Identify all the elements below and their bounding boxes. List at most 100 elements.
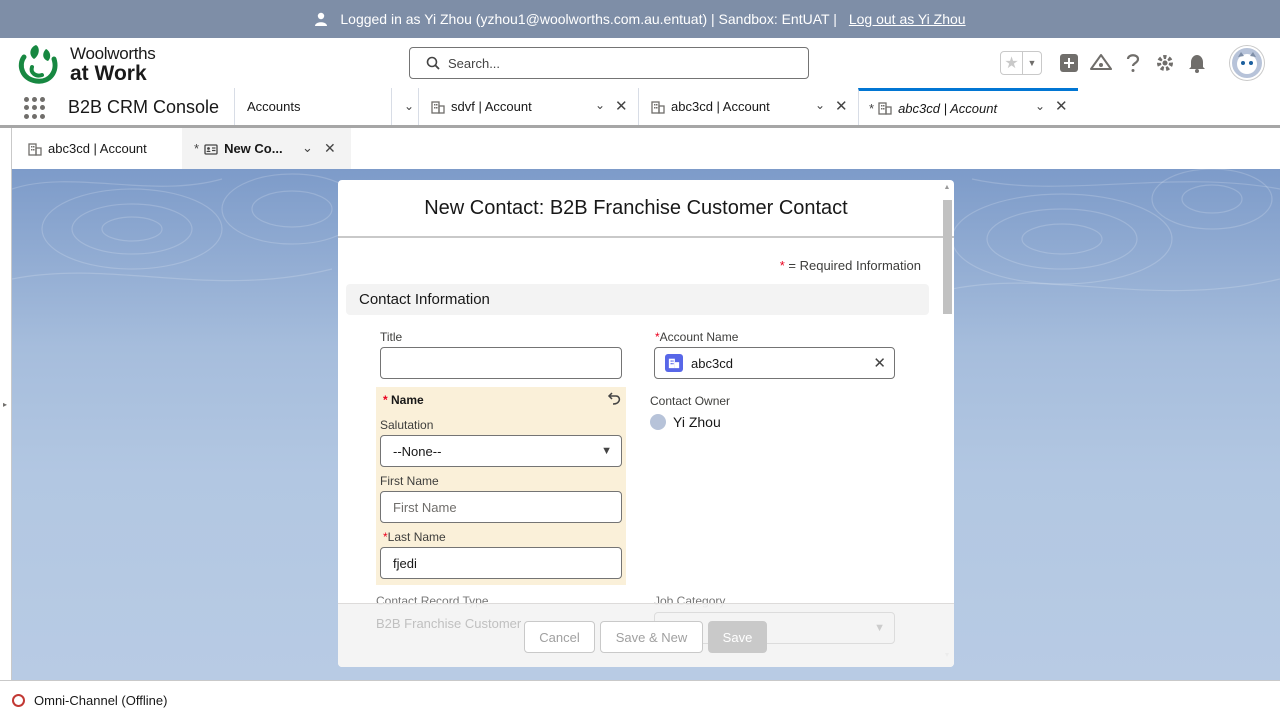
subtab-new-contact[interactable]: * New Co... ⌄ ✕ — [182, 128, 351, 169]
chevron-down-icon[interactable]: ⌄ — [815, 98, 825, 112]
last-name-label-text: Last Name — [387, 530, 446, 544]
nav-tab-accounts[interactable]: Accounts ⌄ — [234, 88, 418, 125]
clear-selection-icon[interactable]: ✕ — [873, 354, 886, 372]
chevron-down-icon[interactable]: ⌄ — [595, 98, 605, 112]
save-button[interactable]: Save — [708, 621, 767, 653]
workspace-subtabs: abc3cd | Account * New Co... ⌄ ✕ — [0, 128, 1280, 680]
scrollbar-thumb[interactable] — [943, 200, 952, 314]
trailhead-icon[interactable] — [1090, 52, 1112, 74]
title-field[interactable] — [380, 347, 622, 379]
contact-owner-label: Contact Owner — [650, 394, 731, 408]
search-placeholder: Search... — [448, 55, 501, 71]
impersonation-banner: Logged in as Yi Zhou (yzhou1@woolworths.… — [0, 0, 1280, 38]
global-search-input[interactable]: Search... — [409, 47, 809, 79]
global-header: Woolworths at Work Search... ★ ▼ — [0, 38, 1280, 88]
chevron-down-icon[interactable]: ⌄ — [302, 140, 313, 156]
account-building-icon — [665, 354, 683, 372]
app-launcher-icon[interactable] — [24, 97, 46, 119]
close-icon[interactable]: ✕ — [615, 97, 628, 115]
title-label: Title — [380, 330, 403, 344]
logout-link[interactable]: Log out as Yi Zhou — [849, 11, 966, 27]
logged-in-text: Logged in as Yi Zhou (yzhou1@woolworths.… — [340, 11, 837, 27]
woolworths-logo-icon — [18, 45, 58, 84]
new-contact-modal: New Contact: B2B Franchise Customer Cont… — [338, 180, 954, 667]
nav-tab-label: Accounts — [247, 99, 301, 114]
nav-tab-abc3cd-account-active[interactable]: * abc3cd | Account ⌄ ✕ — [858, 88, 1078, 125]
account-name-label-text: Account Name — [659, 330, 739, 344]
logo-line2: at Work — [70, 61, 147, 85]
account-name-lookup[interactable]: abc3cd ✕ — [654, 347, 895, 379]
required-star: * — [779, 258, 785, 273]
last-name-field[interactable]: fjedi — [380, 547, 622, 579]
account-name-label: *Account Name — [655, 330, 738, 344]
chevron-down-icon[interactable]: ⌄ — [1035, 99, 1045, 113]
owner-avatar-icon — [650, 414, 666, 430]
setup-gear-icon[interactable] — [1154, 52, 1176, 74]
help-icon[interactable] — [1122, 52, 1144, 74]
owner-name: Yi Zhou — [673, 414, 721, 430]
modal-title: New Contact: B2B Franchise Customer Cont… — [338, 180, 954, 238]
console-nav: B2B CRM Console Accounts ⌄ sdvf | Accoun… — [0, 88, 1280, 128]
favorites-control[interactable]: ★ ▼ — [1000, 51, 1042, 75]
modal-footer: B2B Franchise Customer ▼ Cancel Save & N… — [338, 603, 954, 667]
save-and-new-button[interactable]: Save & New — [600, 621, 703, 653]
app-name: B2B CRM Console — [68, 97, 220, 117]
global-actions-icon[interactable] — [1058, 52, 1080, 74]
unsaved-indicator: * — [869, 100, 875, 116]
subtab-label: abc3cd | Account — [48, 141, 147, 156]
subtab-label: New Co... — [224, 141, 283, 156]
account-building-icon — [878, 102, 892, 115]
salutation-select[interactable]: --None-- ▼ — [380, 435, 622, 467]
nav-tab-label: sdvf | Account — [451, 99, 532, 114]
user-avatar[interactable] — [1230, 46, 1264, 80]
section-title: Contact Information — [359, 291, 490, 308]
account-building-icon — [28, 142, 42, 156]
logo-line1: Woolworths — [70, 43, 156, 63]
account-building-icon — [431, 100, 445, 114]
user-icon — [315, 12, 328, 26]
first-name-label: First Name — [380, 474, 439, 488]
first-name-field[interactable]: First Name — [380, 491, 622, 523]
unsaved-indicator: * — [194, 141, 200, 156]
cancel-button[interactable]: Cancel — [524, 621, 595, 653]
undo-icon[interactable] — [606, 391, 622, 407]
header-actions: ★ ▼ — [1000, 43, 1264, 83]
close-icon[interactable]: ✕ — [324, 140, 336, 157]
name-group-label: * Name — [383, 393, 424, 407]
account-building-icon — [651, 100, 665, 114]
expand-panel-icon[interactable]: ▸ — [3, 400, 7, 409]
omni-channel-item[interactable]: Omni-Channel (Offline) — [12, 693, 167, 708]
contact-record-type-value: B2B Franchise Customer — [376, 616, 522, 631]
notifications-bell-icon[interactable] — [1186, 52, 1208, 74]
close-icon[interactable]: ✕ — [1055, 97, 1068, 115]
omni-channel-label: Omni-Channel (Offline) — [34, 693, 168, 708]
salutation-label: Salutation — [380, 418, 434, 432]
star-icon[interactable]: ★ — [1001, 52, 1023, 74]
required-star: * — [383, 393, 388, 407]
search-icon — [426, 56, 440, 70]
offline-status-icon — [12, 694, 25, 707]
nav-tab-abc3cd-account[interactable]: abc3cd | Account ⌄ ✕ — [638, 88, 858, 125]
close-icon[interactable]: ✕ — [835, 97, 848, 115]
nav-tab-label: abc3cd | Account — [898, 100, 998, 116]
utility-bar: Omni-Channel (Offline) — [0, 680, 1280, 720]
scroll-up-icon[interactable]: ▲ — [943, 184, 951, 192]
nav-tab-label: abc3cd | Account — [671, 99, 770, 114]
required-info-note: * = Required Information — [780, 258, 921, 273]
woolworths-logo[interactable]: Woolworths at Work — [16, 43, 166, 85]
contact-owner-value[interactable]: Yi Zhou — [650, 414, 721, 430]
last-name-label: *Last Name — [383, 530, 446, 544]
dropdown-arrow-icon: ▼ — [874, 622, 885, 634]
chevron-down-icon[interactable]: ⌄ — [391, 88, 414, 125]
contact-card-icon — [204, 143, 218, 155]
dropdown-arrow-icon: ▼ — [601, 445, 612, 457]
name-group-label-text: Name — [391, 393, 424, 407]
modal-scrollbar[interactable]: ▲ ▼ — [942, 184, 952, 660]
subtab-abc3cd-account[interactable]: abc3cd | Account — [28, 128, 194, 169]
chevron-down-icon[interactable]: ▼ — [1023, 52, 1041, 74]
salutation-value: --None-- — [393, 443, 442, 459]
nav-tab-sdvf-account[interactable]: sdvf | Account ⌄ ✕ — [418, 88, 638, 125]
required-info-text: = Required Information — [788, 258, 921, 273]
section-header-contact-information[interactable]: Contact Information — [346, 284, 929, 315]
account-name-value: abc3cd — [691, 355, 733, 371]
